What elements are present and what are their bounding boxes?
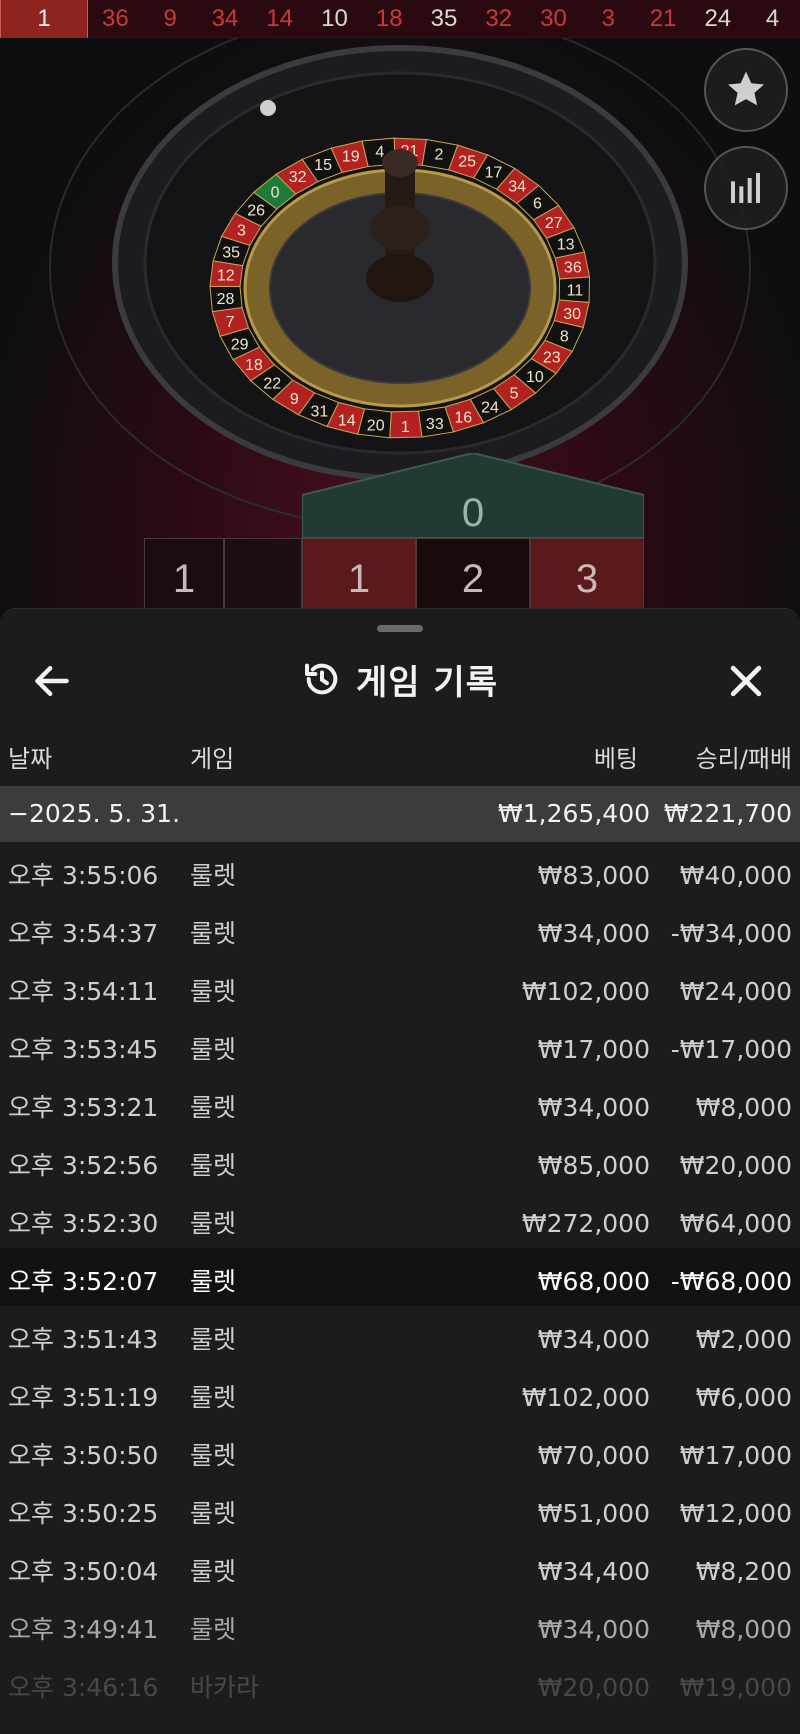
favorite-button[interactable] (704, 48, 788, 132)
bet-number-1[interactable]: 1 (302, 538, 416, 618)
history-row[interactable]: 오후 3:52:30 룰렛 ₩272,000 ₩64,000 (0, 1190, 800, 1248)
wheel-pocket-number: 36 (564, 259, 582, 276)
result-number: 9 (163, 4, 177, 32)
wheel-pocket-number: 20 (367, 418, 385, 435)
wheel-pocket-number: 35 (222, 245, 240, 262)
sheet-title-text: 게임 기록 (356, 662, 498, 703)
wheel-pocket-number: 14 (338, 412, 356, 429)
result-number: 32 (485, 4, 513, 32)
wheel-pocket-number: 27 (545, 215, 563, 232)
wheel-pocket-number: 11 (567, 283, 584, 300)
day-total-bet: ₩1,265,400 (498, 799, 650, 828)
latest-result: 1 (0, 0, 88, 39)
star-icon (728, 71, 764, 106)
row-bet: ₩20,000 (537, 1673, 650, 1702)
history-row[interactable]: 오후 3:53:21 룰렛 ₩34,000 ₩8,000 (0, 1074, 800, 1132)
wheel-pocket-number: 16 (454, 410, 472, 427)
results-strip: 1 36 9 34 14 10 18 35 32 30 3 21 24 4 (0, 0, 800, 39)
result-number: 10 (321, 4, 348, 32)
day-total-win-loss: ₩221,700 (663, 799, 792, 828)
bet-edge-cell[interactable]: 1 (144, 538, 224, 618)
bet-number-3[interactable]: 3 (530, 538, 644, 618)
history-row[interactable]: 오후 3:53:45 룰렛 ₩17,000 -₩17,000 (0, 1016, 800, 1074)
result-number: 34 (211, 4, 239, 32)
column-header-win-loss: 승리/패배 (695, 745, 792, 773)
wheel-pocket-number: 32 (289, 169, 307, 186)
bet-edge-cell-2[interactable] (224, 538, 302, 618)
wheel-pocket-number: 29 (231, 336, 249, 353)
wheel-pocket-number: 15 (314, 157, 332, 174)
result-number: 21 (649, 4, 677, 32)
wheel-pocket-number: 34 (508, 178, 526, 195)
wheel-pocket-number: 3 (237, 223, 246, 240)
result-number: 3 (601, 4, 615, 32)
history-row[interactable]: 오후 3:46:16 바카라 ₩20,000 ₩19,000 (0, 1654, 800, 1712)
result-number: 24 (704, 4, 732, 32)
wheel-pocket-number: 13 (557, 237, 575, 254)
history-list: 오후 3:55:06 룰렛 ₩83,000 ₩40,000 오후 3:54:37 룰렛 ₩3… (0, 842, 800, 1712)
wheel-pocket-number: 30 (563, 306, 581, 323)
wheel-pocket-number: 23 (543, 350, 561, 367)
history-row[interactable]: 오후 3:55:06 룰렛 ₩83,000 ₩40,000 (0, 842, 800, 900)
result-number: 14 (266, 4, 294, 32)
history-row[interactable]: 오후 3:51:19 룰렛 ₩102,000 ₩6,000 (0, 1364, 800, 1422)
history-row[interactable]: 오후 3:54:11 룰렛 ₩102,000 ₩24,000 (0, 958, 800, 1016)
day-date: −2025. 5. 31. (8, 799, 181, 828)
wheel-pocket-number: 8 (560, 329, 569, 346)
wheel-pocket-number: 1 (401, 419, 410, 436)
row-game: 바카라 (190, 1673, 260, 1702)
bar-chart-icon (731, 173, 760, 203)
history-row[interactable]: 오후 3:52:56 룰렛 ₩85,000 ₩20,000 (0, 1132, 800, 1190)
wheel-pocket-number: 17 (485, 164, 503, 181)
column-header-bet: 베팅 (593, 745, 638, 773)
game-history-sheet: 게임 기록 날짜 게임 베팅 승리/패배 −2025. 5. 31. ₩1,26… (0, 608, 800, 1734)
history-row[interactable]: 오후 3:50:04 룰렛 ₩34,400 ₩8,200 (0, 1538, 800, 1596)
history-row[interactable]: 오후 3:54:37 룰렛 ₩34,000 -₩34,000 (0, 900, 800, 958)
wheel-pocket-number: 28 (217, 291, 235, 308)
wheel-pocket-number: 5 (510, 386, 519, 403)
result-number: 30 (540, 4, 567, 32)
column-header-date: 날짜 (8, 745, 53, 773)
close-button[interactable] (724, 659, 774, 701)
history-row[interactable]: 오후 3:52:07 룰렛 ₩68,000 -₩68,000 (0, 1248, 800, 1306)
row-win-loss: ₩19,000 (679, 1673, 792, 1702)
wheel-pocket-number: 12 (217, 268, 235, 285)
result-number: 18 (375, 4, 403, 32)
history-row[interactable]: 오후 3:49:41 룰렛 ₩34,000 ₩8,000 (0, 1596, 800, 1654)
column-header-game: 게임 (190, 745, 235, 773)
wheel-pocket-number: 31 (310, 403, 328, 420)
wheel-pocket-number: 26 (247, 202, 265, 219)
sheet-header: 게임 기록 (0, 649, 800, 709)
wheel-pocket-number: 18 (245, 357, 263, 374)
wheel-pocket-number: 2 (434, 146, 443, 163)
history-row[interactable]: 오후 3:51:43 룰렛 ₩34,000 ₩2,000 (0, 1306, 800, 1364)
wheel-pocket-number: 33 (426, 416, 444, 433)
wheel-pocket-number: 7 (226, 314, 235, 331)
history-row[interactable]: 오후 3:50:50 룰렛 ₩70,000 ₩17,000 (0, 1422, 800, 1480)
row-time: 오후 3:46:16 (8, 1673, 159, 1702)
bet-number-2[interactable]: 2 (416, 538, 530, 618)
day-summary-row[interactable]: −2025. 5. 31. ₩1,265,400 ₩221,700 (0, 786, 800, 842)
wheel-pocket-number: 10 (526, 369, 544, 386)
result-number: 35 (430, 4, 458, 32)
wheel-pocket-number: 6 (533, 196, 542, 213)
wheel-pocket-number: 25 (458, 154, 476, 171)
wheel-pocket-number: 9 (290, 391, 299, 408)
result-number: 4 (765, 4, 780, 32)
statistics-button[interactable] (704, 146, 788, 230)
history-icon (305, 663, 338, 695)
game-scene: 0321519421225173462713361130823105241633… (0, 38, 800, 618)
result-number: 36 (102, 4, 129, 32)
wheel-pocket-number: 0 (271, 184, 280, 201)
history-row[interactable]: 오후 3:50:25 룰렛 ₩51,000 ₩12,000 (0, 1480, 800, 1538)
close-icon (730, 665, 762, 697)
sheet-title: 게임 기록 (0, 649, 800, 709)
wheel-pocket-number: 19 (342, 149, 360, 166)
bet-zero-label: 0 (461, 491, 485, 535)
wheel-pocket-number: 22 (263, 375, 281, 392)
wheel-pocket-number: 24 (481, 399, 499, 416)
sheet-drag-handle[interactable] (377, 625, 423, 632)
